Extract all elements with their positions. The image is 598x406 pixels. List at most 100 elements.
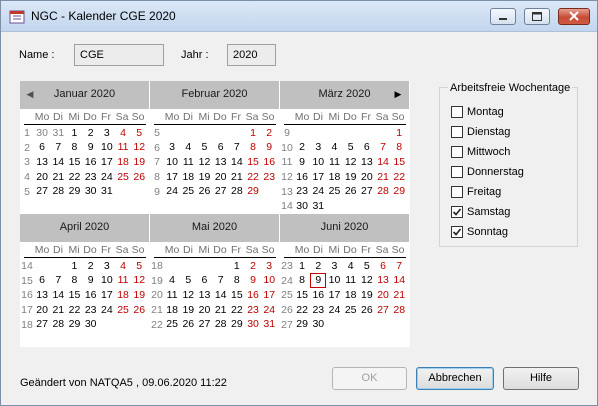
day-cell[interactable]: 29 — [391, 185, 407, 198]
checkbox-icon[interactable] — [451, 106, 463, 118]
day-cell[interactable]: 26 — [196, 185, 212, 198]
day-cell[interactable]: 28 — [229, 185, 245, 198]
day-cell[interactable]: 5 — [131, 127, 147, 140]
day-cell[interactable]: 23 — [245, 304, 261, 317]
day-cell[interactable]: 22 — [66, 171, 82, 184]
cancel-button[interactable]: Abbrechen — [416, 367, 494, 390]
day-cell[interactable]: 25 — [326, 185, 342, 198]
day-cell[interactable]: 16 — [83, 156, 99, 169]
minimize-button[interactable] — [490, 8, 516, 25]
checkbox-checked-icon[interactable] — [451, 206, 463, 218]
day-cell[interactable]: 15 — [229, 289, 245, 302]
checkbox-icon[interactable] — [451, 166, 463, 178]
day-cell[interactable]: 12 — [343, 156, 359, 169]
day-cell[interactable]: 18 — [180, 171, 196, 184]
day-cell[interactable]: 21 — [50, 171, 66, 184]
day-cell[interactable]: 28 — [50, 185, 66, 198]
day-cell[interactable]: 5 — [343, 141, 359, 154]
day-cell[interactable]: 4 — [326, 141, 342, 154]
day-cell[interactable]: 5 — [180, 274, 196, 287]
day-cell[interactable]: 6 — [359, 141, 375, 154]
day-cell[interactable]: 12 — [196, 156, 212, 169]
day-cell[interactable]: 7 — [213, 274, 229, 287]
day-cell[interactable]: 2 — [294, 141, 310, 154]
day-cell[interactable]: 8 — [294, 274, 310, 287]
next-month-icon[interactable]: ▶ — [390, 81, 406, 107]
day-cell[interactable]: 14 — [229, 156, 245, 169]
day-cell[interactable]: 23 — [310, 304, 326, 317]
day-cell[interactable]: 18 — [115, 156, 131, 169]
day-cell[interactable]: 8 — [229, 274, 245, 287]
day-cell[interactable]: 13 — [375, 274, 391, 287]
day-cell[interactable]: 13 — [34, 156, 50, 169]
day-cell[interactable]: 7 — [50, 141, 66, 154]
day-cell[interactable]: 10 — [261, 274, 277, 287]
weekday-option-montag[interactable]: Montag — [451, 104, 504, 120]
day-cell[interactable]: 24 — [326, 304, 342, 317]
day-cell[interactable]: 11 — [115, 141, 131, 154]
day-cell[interactable]: 30 — [34, 127, 50, 140]
day-cell[interactable]: 14 — [375, 156, 391, 169]
day-cell[interactable]: 4 — [180, 141, 196, 154]
day-cell[interactable]: 23 — [83, 171, 99, 184]
day-cell[interactable]: 4 — [343, 260, 359, 273]
day-cell[interactable]: 28 — [375, 185, 391, 198]
day-cell[interactable]: 7 — [229, 141, 245, 154]
day-cell[interactable]: 20 — [359, 171, 375, 184]
day-cell[interactable]: 4 — [164, 274, 180, 287]
day-cell[interactable]: 24 — [99, 304, 115, 317]
day-cell[interactable]: 16 — [83, 289, 99, 302]
day-cell[interactable]: 19 — [196, 171, 212, 184]
day-cell[interactable]: 12 — [131, 274, 147, 287]
day-cell[interactable]: 29 — [66, 185, 82, 198]
day-cell[interactable]: 30 — [245, 318, 261, 331]
day-cell[interactable]: 30 — [310, 318, 326, 331]
day-cell[interactable]: 31 — [310, 200, 326, 213]
weekday-option-dienstag[interactable]: Dienstag — [451, 124, 510, 140]
title-bar[interactable]: NGC - Kalender CGE 2020 — [1, 1, 597, 32]
day-cell[interactable]: 27 — [34, 185, 50, 198]
day-cell[interactable]: 1 — [66, 260, 82, 273]
day-cell[interactable]: 20 — [196, 304, 212, 317]
day-cell[interactable]: 28 — [391, 304, 407, 317]
day-cell[interactable]: 1 — [391, 127, 407, 140]
day-cell[interactable]: 16 — [310, 289, 326, 302]
day-cell[interactable]: 10 — [99, 141, 115, 154]
day-cell[interactable]: 24 — [261, 304, 277, 317]
day-cell[interactable]: 16 — [261, 156, 277, 169]
day-cell[interactable]: 14 — [50, 289, 66, 302]
day-cell[interactable]: 13 — [34, 289, 50, 302]
day-cell[interactable]: 23 — [261, 171, 277, 184]
day-cell[interactable]: 6 — [34, 274, 50, 287]
day-cell[interactable]: 26 — [131, 171, 147, 184]
day-cell[interactable]: 19 — [131, 156, 147, 169]
day-cell[interactable]: 9 — [310, 273, 327, 289]
day-cell[interactable]: 19 — [359, 289, 375, 302]
day-cell[interactable]: 15 — [66, 156, 82, 169]
day-cell[interactable]: 4 — [115, 127, 131, 140]
day-cell[interactable]: 5 — [196, 141, 212, 154]
day-cell[interactable]: 25 — [164, 318, 180, 331]
day-cell[interactable]: 7 — [50, 274, 66, 287]
day-cell[interactable]: 10 — [99, 274, 115, 287]
day-cell[interactable]: 12 — [359, 274, 375, 287]
day-cell[interactable]: 16 — [245, 289, 261, 302]
day-cell[interactable]: 6 — [375, 260, 391, 273]
day-cell[interactable]: 21 — [213, 304, 229, 317]
day-cell[interactable]: 24 — [99, 171, 115, 184]
day-cell[interactable]: 17 — [326, 289, 342, 302]
weekday-option-sonntag[interactable]: Sonntag — [451, 224, 508, 240]
day-cell[interactable]: 5 — [359, 260, 375, 273]
day-cell[interactable]: 2 — [310, 260, 326, 273]
day-cell[interactable]: 15 — [391, 156, 407, 169]
day-cell[interactable]: 4 — [115, 260, 131, 273]
day-cell[interactable]: 27 — [196, 318, 212, 331]
day-cell[interactable]: 8 — [391, 141, 407, 154]
day-cell[interactable]: 21 — [375, 171, 391, 184]
day-cell[interactable]: 15 — [66, 289, 82, 302]
day-cell[interactable]: 30 — [294, 200, 310, 213]
day-cell[interactable]: 27 — [213, 185, 229, 198]
day-cell[interactable]: 10 — [326, 274, 342, 287]
day-cell[interactable]: 19 — [180, 304, 196, 317]
day-cell[interactable]: 23 — [294, 185, 310, 198]
